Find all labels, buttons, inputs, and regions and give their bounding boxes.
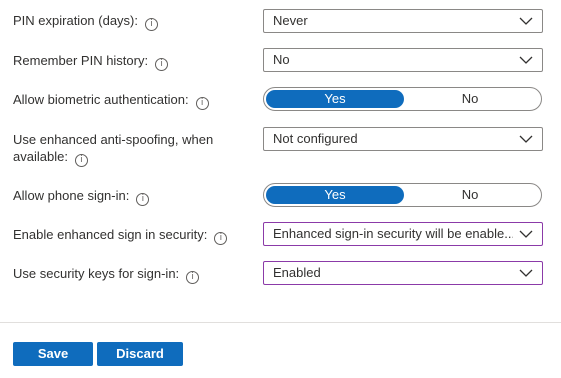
security-keys-label-text: Use security keys for sign-in: bbox=[13, 266, 180, 281]
info-icon[interactable]: i bbox=[136, 193, 150, 206]
enhanced-sign-in-security-label-text: Enable enhanced sign in security: bbox=[13, 227, 208, 242]
info-icon[interactable]: i bbox=[74, 154, 88, 167]
chevron-down-icon bbox=[519, 56, 533, 64]
save-button[interactable]: Save bbox=[13, 342, 93, 366]
remember-pin-history-label: Remember PIN history: i bbox=[13, 52, 169, 71]
phone-sign-in-label-text: Allow phone sign-in: bbox=[13, 188, 130, 203]
anti-spoofing-label: Use enhanced anti-spoofing, when availab… bbox=[13, 131, 213, 167]
anti-spoofing-label-line1: Use enhanced anti-spoofing, when bbox=[13, 132, 214, 147]
phone-sign-in-no-option[interactable]: No bbox=[401, 186, 539, 204]
info-icon[interactable]: i bbox=[214, 232, 228, 245]
info-icon[interactable]: i bbox=[186, 271, 200, 284]
enhanced-sign-in-security-label: Enable enhanced sign in security: i bbox=[13, 226, 228, 245]
security-keys-label: Use security keys for sign-in: i bbox=[13, 265, 200, 284]
biometric-auth-toggle: Yes No bbox=[263, 87, 542, 111]
biometric-auth-label-text: Allow biometric authentication: bbox=[13, 92, 189, 107]
info-icon[interactable]: i bbox=[195, 97, 209, 110]
remember-pin-history-value: No bbox=[273, 52, 290, 67]
enhanced-sign-in-security-dropdown[interactable]: Enhanced sign-in security will be enable… bbox=[263, 222, 543, 246]
pin-expiration-dropdown[interactable]: Never bbox=[263, 9, 543, 33]
biometric-auth-label: Allow biometric authentication: i bbox=[13, 91, 209, 110]
phone-sign-in-toggle: Yes No bbox=[263, 183, 542, 207]
pin-expiration-value: Never bbox=[273, 13, 308, 28]
enhanced-sign-in-security-value: Enhanced sign-in security will be enable… bbox=[273, 226, 513, 241]
pin-expiration-label: PIN expiration (days): i bbox=[13, 12, 158, 31]
remember-pin-history-label-text: Remember PIN history: bbox=[13, 53, 149, 68]
pin-expiration-label-text: PIN expiration (days): bbox=[13, 13, 138, 28]
discard-button[interactable]: Discard bbox=[97, 342, 183, 366]
chevron-down-icon bbox=[519, 230, 533, 238]
biometric-auth-yes-option[interactable]: Yes bbox=[266, 90, 404, 108]
info-icon[interactable]: i bbox=[155, 58, 169, 71]
biometric-auth-no-option[interactable]: No bbox=[401, 90, 539, 108]
remember-pin-history-dropdown[interactable]: No bbox=[263, 48, 543, 72]
phone-sign-in-label: Allow phone sign-in: i bbox=[13, 187, 150, 206]
chevron-down-icon bbox=[519, 17, 533, 25]
chevron-down-icon bbox=[519, 135, 533, 143]
info-icon[interactable]: i bbox=[145, 18, 158, 31]
security-keys-value: Enabled bbox=[273, 265, 321, 280]
anti-spoofing-label-line2: available: bbox=[13, 149, 68, 164]
anti-spoofing-dropdown[interactable]: Not configured bbox=[263, 127, 543, 151]
phone-sign-in-yes-option[interactable]: Yes bbox=[266, 186, 404, 204]
chevron-down-icon bbox=[519, 269, 533, 277]
footer-divider bbox=[0, 322, 561, 323]
anti-spoofing-value: Not configured bbox=[273, 131, 358, 146]
security-keys-dropdown[interactable]: Enabled bbox=[263, 261, 543, 285]
